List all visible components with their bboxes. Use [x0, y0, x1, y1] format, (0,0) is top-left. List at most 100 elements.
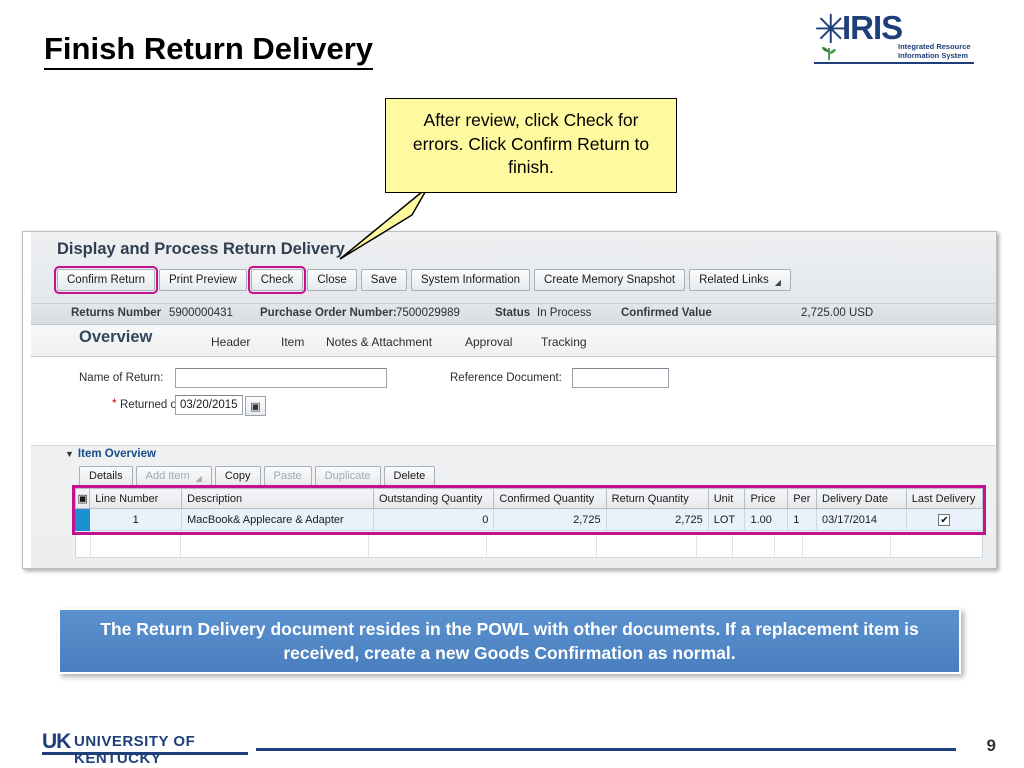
cell-unit: LOT [707, 508, 746, 531]
column-delivery-date[interactable]: Delivery Date [816, 488, 907, 509]
confirmed-value-amount: 2,725.00 USD [801, 307, 874, 319]
tab-tracking[interactable]: Tracking [541, 335, 587, 349]
system-information-label: System Information [420, 274, 521, 286]
related-links-button[interactable]: Related Links ◢ [689, 269, 791, 291]
confirm-return-button[interactable]: Confirm Return [54, 266, 158, 294]
duplicate-label: Duplicate [324, 470, 371, 482]
cell-outstanding-quantity: 0 [372, 508, 495, 531]
add-item-label: Add Item [145, 470, 190, 482]
cell-price: 1.00 [744, 508, 789, 531]
close-label: Close [317, 274, 347, 286]
details-label: Details [89, 470, 123, 482]
cell-last-delivery[interactable]: ✔ [905, 508, 984, 531]
uk-monogram: UK [42, 730, 71, 753]
delete-label: Delete [393, 470, 426, 482]
cell-delivery-date: 03/17/2014 [816, 508, 907, 531]
cell-per: 1 [787, 508, 817, 531]
required-marker: * [112, 396, 117, 410]
iris-wordmark: IRIS [842, 9, 903, 46]
footer-divider [256, 748, 956, 751]
item-overview-toolbar: Details Add Item ◢ Copy Paste Duplicate D… [79, 466, 436, 486]
save-label: Save [370, 274, 397, 286]
table-header-row: ▣ Line Number Description Outstanding Qu… [74, 488, 984, 509]
uk-name: UNIVERSITY OF KENTUCKY [74, 733, 196, 767]
iris-subtitle-line2: Information System [898, 51, 969, 60]
item-overview-section-header[interactable]: ▼ Item Overview [65, 448, 156, 460]
reference-document-field[interactable] [572, 368, 669, 388]
info-banner: The Return Delivery document resides in … [58, 608, 961, 674]
column-last-delivery[interactable]: Last Delivery [905, 488, 984, 509]
name-of-return-label: Name of Return: [79, 372, 164, 384]
row-selector[interactable] [74, 508, 91, 531]
purchase-order-value: 7500029989 [396, 307, 460, 319]
select-all-icon[interactable]: ▣ [74, 488, 91, 509]
reference-document-label: Reference Document: [450, 372, 562, 384]
tab-notes-attachment[interactable]: Notes & Attachment [326, 335, 432, 349]
name-of-return-field[interactable] [175, 368, 387, 388]
tab-approval[interactable]: Approval [465, 335, 512, 349]
last-delivery-checkbox[interactable]: ✔ [938, 513, 951, 526]
callout-pointer [339, 186, 429, 260]
instruction-callout: After review, click Check for errors. Cl… [385, 98, 677, 193]
create-memory-snapshot-button[interactable]: Create Memory Snapshot [534, 269, 686, 291]
duplicate-button[interactable]: Duplicate [314, 466, 381, 486]
iris-subtitle: Integrated Resource Information System [898, 42, 971, 60]
page-number: 9 [986, 736, 996, 755]
column-line-number[interactable]: Line Number [89, 488, 183, 509]
column-confirmed-quantity[interactable]: Confirmed Quantity [493, 488, 607, 509]
column-return-quantity[interactable]: Return Quantity [605, 488, 709, 509]
tab-bar: Overview Header Item Notes & Attachment … [31, 325, 996, 357]
cell-description: MacBook& Applecare & Adapter [181, 508, 374, 531]
chevron-down-icon: ◢ [774, 277, 781, 287]
check-button[interactable]: Check [247, 266, 307, 294]
delete-button[interactable]: Delete [383, 466, 436, 486]
column-outstanding-quantity[interactable]: Outstanding Quantity [372, 488, 495, 509]
copy-label: Copy [224, 470, 251, 482]
instruction-callout-text: After review, click Check for errors. Cl… [412, 110, 650, 178]
table-row[interactable]: 1 MacBook& Applecare & Adapter 0 2,725 2… [74, 508, 984, 531]
check-label: Check [260, 274, 294, 286]
related-links-label: Related Links [699, 274, 769, 286]
returned-on-field[interactable]: 03/20/2015 ▣ [175, 395, 266, 416]
column-description[interactable]: Description [181, 488, 374, 509]
app-header: Display and Process Return Delivery Conf… [31, 232, 996, 307]
cell-confirmed-quantity: 2,725 [493, 508, 607, 531]
tab-item[interactable]: Item [281, 335, 304, 349]
iris-logo: ✳ IRIS Integrated Resource Information S… [814, 8, 974, 64]
create-memory-snapshot-label: Create Memory Snapshot [544, 274, 676, 286]
confirmed-value-label: Confirmed Value [621, 307, 712, 319]
logo-divider [814, 62, 974, 64]
status-value: In Process [537, 307, 592, 319]
info-banner-text: The Return Delivery document resides in … [100, 619, 919, 663]
item-table: ▣ Line Number Description Outstanding Qu… [74, 488, 984, 531]
copy-button[interactable]: Copy [214, 466, 261, 486]
confirm-return-label: Confirm Return [67, 274, 145, 286]
print-preview-button[interactable]: Print Preview [158, 269, 247, 291]
table-empty-rows [75, 534, 983, 558]
returns-number-value: 5900000431 [169, 307, 233, 319]
column-per[interactable]: Per [787, 488, 817, 509]
details-button[interactable]: Details [79, 466, 133, 486]
column-price[interactable]: Price [744, 488, 789, 509]
university-logo-underline [42, 752, 248, 755]
calendar-icon[interactable]: ▣ [245, 396, 266, 416]
item-overview-label: Item Overview [77, 448, 156, 460]
cell-line-number: 1 [89, 508, 183, 531]
print-preview-label: Print Preview [168, 274, 237, 286]
column-unit[interactable]: Unit [707, 488, 746, 509]
iris-subtitle-line1: Integrated Resource [898, 42, 971, 51]
document-status-strip: Returns Number 5900000431 Purchase Order… [31, 303, 996, 325]
tab-header[interactable]: Header [211, 335, 250, 349]
overview-form: Name of Return: Reference Document: * Re… [31, 357, 996, 446]
cell-return-quantity: 2,725 [605, 508, 709, 531]
sap-application-window: Display and Process Return Delivery Conf… [22, 231, 997, 569]
university-logo: UK UNIVERSITY OF KENTUCKY [42, 730, 254, 767]
add-item-button[interactable]: Add Item ◢ [135, 466, 212, 486]
purchase-order-label: Purchase Order Number: [260, 307, 397, 319]
triangle-down-icon: ▼ [65, 449, 74, 459]
chevron-down-icon: ◢ [195, 473, 202, 483]
paste-button[interactable]: Paste [263, 466, 312, 486]
tab-overview[interactable]: Overview [79, 328, 152, 347]
page-title: Finish Return Delivery [44, 31, 374, 71]
returned-on-value: 03/20/2015 [180, 399, 238, 411]
